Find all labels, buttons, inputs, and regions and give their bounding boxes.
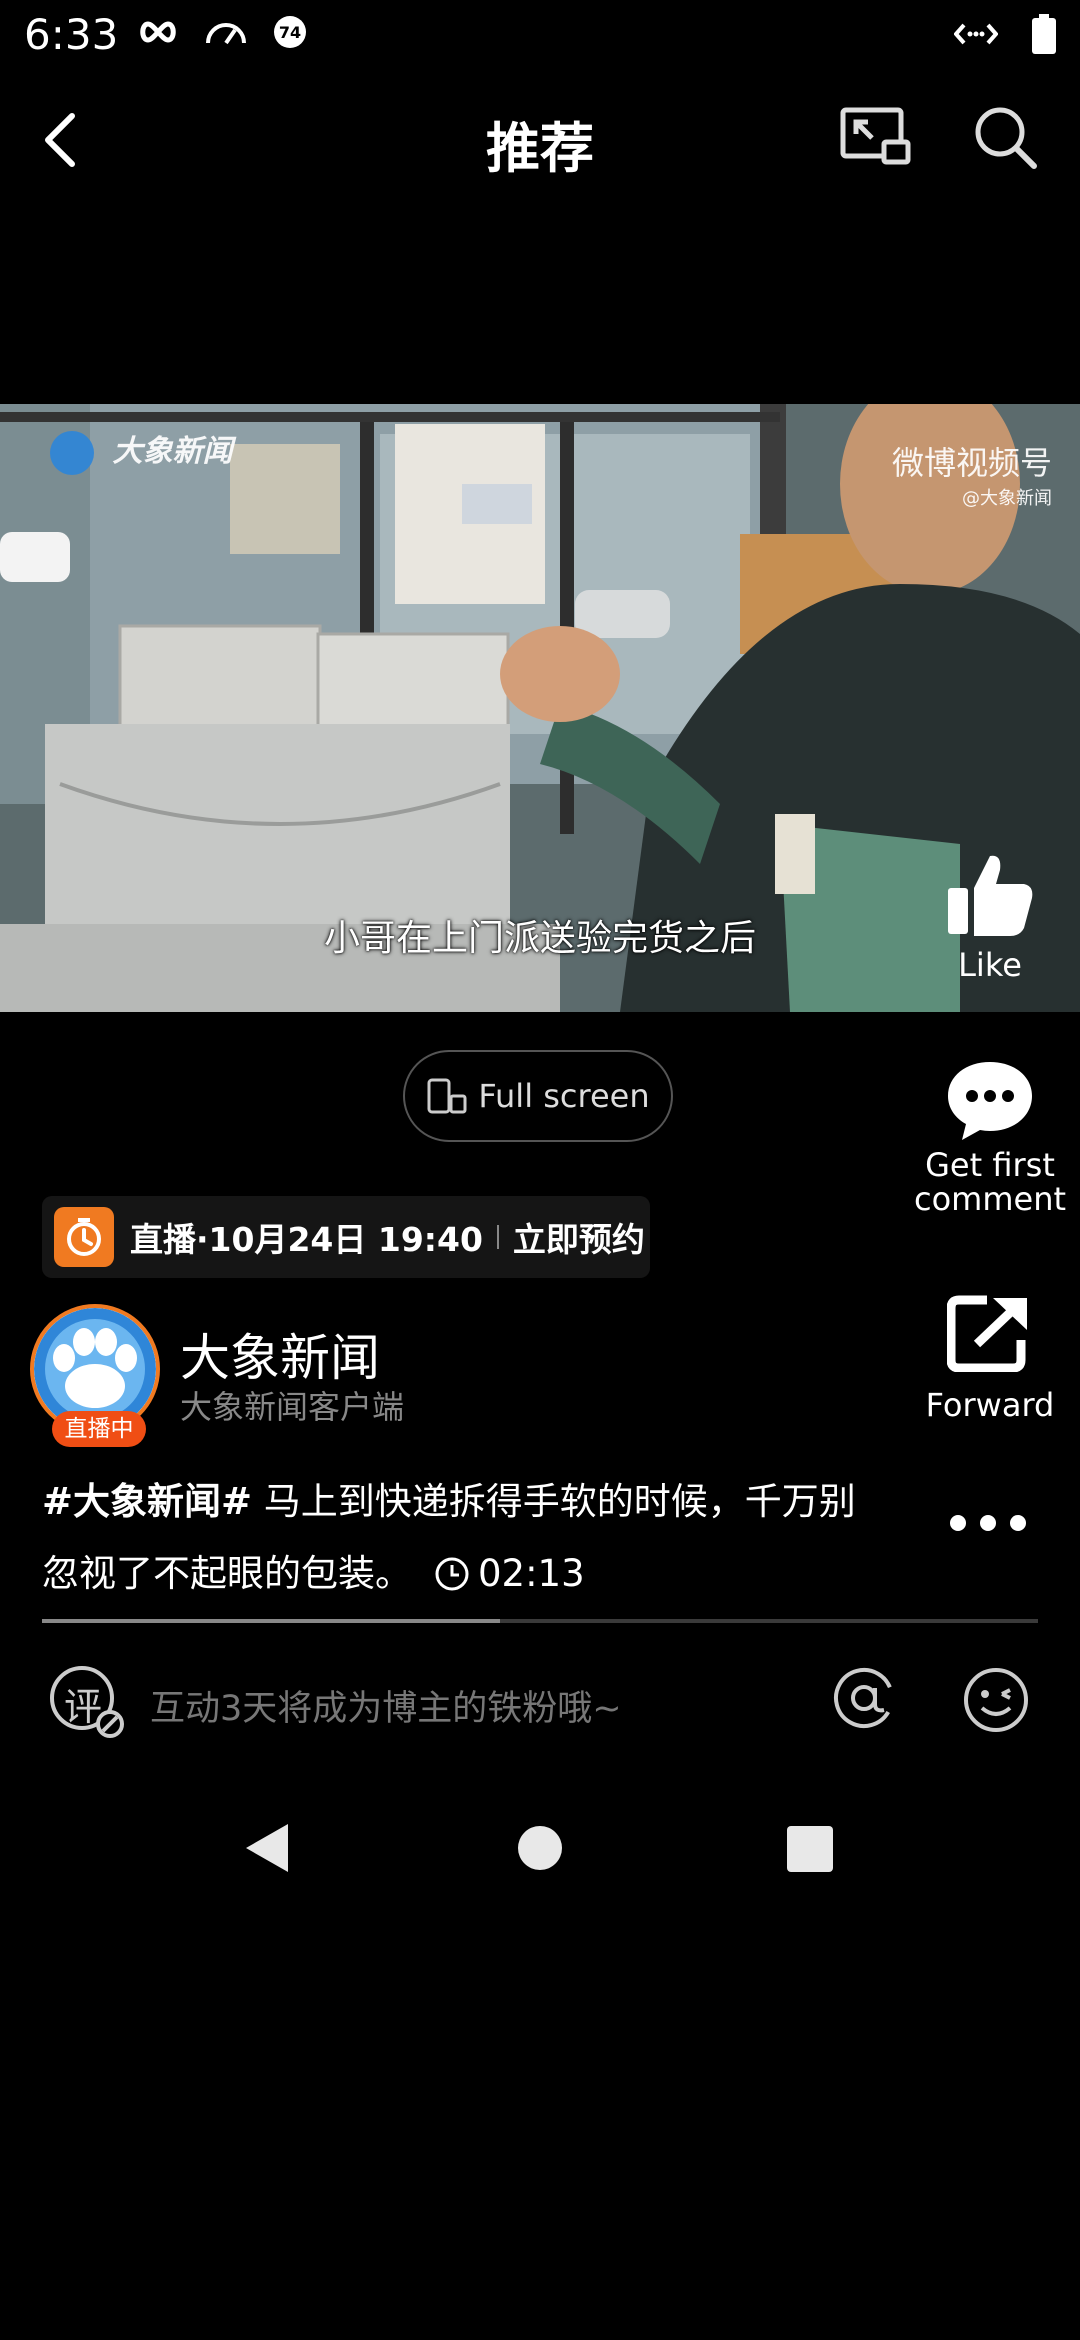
forward-label: Forward bbox=[925, 1386, 1055, 1424]
nav-back-icon[interactable] bbox=[244, 1822, 290, 1874]
like-button[interactable]: Like bbox=[900, 850, 1080, 984]
rotate-phone-icon bbox=[427, 1078, 467, 1114]
more-icon[interactable] bbox=[948, 1512, 1028, 1534]
watermark-right-sub: @大象新闻 bbox=[962, 488, 1052, 509]
fullscreen-button[interactable]: Full screen bbox=[403, 1050, 673, 1142]
data-transfer-icon bbox=[954, 23, 998, 45]
live-badge: 直播中 bbox=[52, 1411, 146, 1447]
watermark-left-text: 大象新闻 bbox=[112, 434, 233, 469]
emoji-icon[interactable] bbox=[962, 1666, 1030, 1734]
comment-icon bbox=[948, 1062, 1032, 1140]
comment-input[interactable]: 互动3天将成为博主的铁粉哦~ bbox=[150, 1680, 622, 1731]
watermark-left: 大象新闻 bbox=[50, 426, 232, 475]
like-icon bbox=[948, 855, 1033, 936]
pip-icon[interactable] bbox=[840, 104, 912, 168]
speedometer-icon bbox=[206, 23, 246, 45]
nav-recent-icon[interactable] bbox=[787, 1826, 833, 1872]
live-divider bbox=[496, 1225, 499, 1249]
nav-home-icon[interactable] bbox=[518, 1826, 562, 1870]
comment-label: Get first comment bbox=[913, 1146, 1067, 1218]
comment-button[interactable]: Get first comment bbox=[900, 1058, 1080, 1216]
like-label: Like bbox=[958, 946, 1022, 984]
comment-toggle[interactable]: 评 bbox=[48, 1664, 124, 1740]
forward-button[interactable]: Forward bbox=[900, 1292, 1080, 1424]
duration-text: 02:13 bbox=[478, 1552, 585, 1595]
forward-icon bbox=[947, 1295, 1027, 1372]
status-time: 6:33 bbox=[24, 10, 119, 59]
fullscreen-label: Full screen bbox=[478, 1077, 650, 1115]
watermark-right: 微博视频号 @大象新闻 bbox=[892, 438, 1052, 510]
live-time-text: 直播·10月24日 19:40 bbox=[130, 1220, 483, 1259]
clock-icon bbox=[54, 1207, 114, 1267]
duration: 02:13 bbox=[434, 1552, 585, 1595]
duration-clock-icon bbox=[435, 1557, 469, 1591]
comment-toggle-char: 评 bbox=[64, 1685, 103, 1729]
watermark-right-text: 微博视频号 bbox=[891, 444, 1052, 482]
status-icons-right bbox=[954, 14, 1056, 54]
infinity-icon bbox=[140, 21, 176, 43]
page-title: 推荐 bbox=[486, 117, 594, 180]
account-subtitle: 大象新闻客户端 bbox=[180, 1388, 405, 1426]
status-icons-left: 74 bbox=[138, 16, 306, 48]
nfc-badge-text: 74 bbox=[278, 22, 302, 42]
account-name[interactable]: 大象新闻 bbox=[180, 1318, 380, 1390]
playback-progress-fill bbox=[42, 1619, 501, 1623]
battery-icon bbox=[1032, 14, 1056, 54]
playback-progress[interactable] bbox=[42, 1619, 1038, 1623]
search-icon[interactable] bbox=[972, 104, 1040, 172]
at-icon[interactable] bbox=[832, 1666, 896, 1730]
hashtag[interactable]: #大象新闻# bbox=[42, 1480, 252, 1523]
reserve-button[interactable]: 立即预约 bbox=[513, 1213, 645, 1261]
watermark-logo-icon bbox=[50, 430, 94, 475]
nfc-badge-icon: 74 bbox=[274, 16, 306, 48]
live-reservation-banner[interactable]: 直播·10月24日 19:40 立即预约 bbox=[42, 1196, 650, 1278]
post-caption[interactable]: #大象新闻# 马上到快递拆得手软的时候，千万别忽视了不起眼的包装。 02:13 bbox=[42, 1466, 862, 1610]
